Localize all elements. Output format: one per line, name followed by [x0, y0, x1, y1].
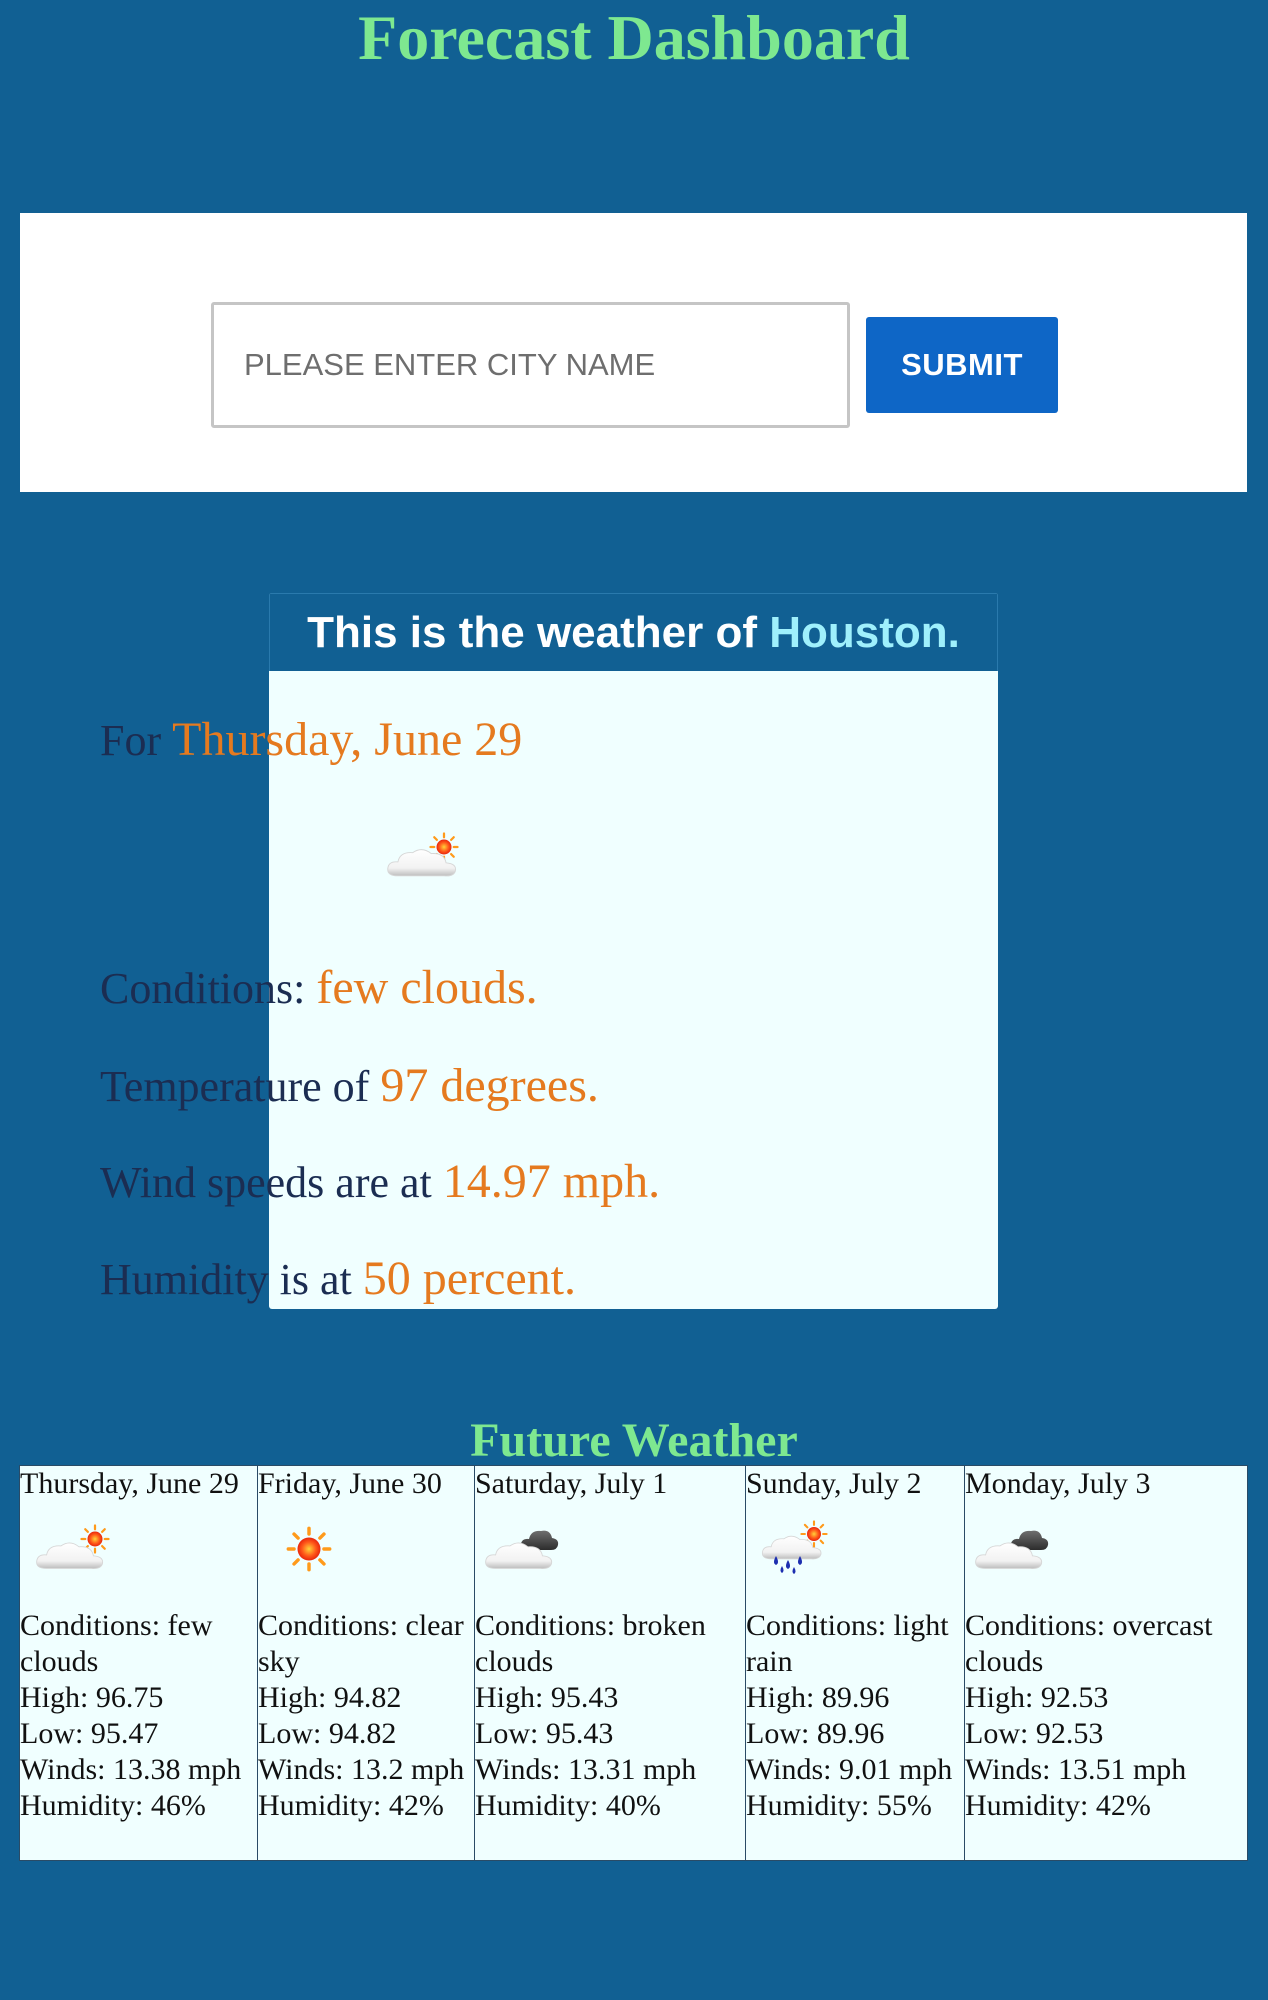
- forecast-day: Saturday, July 1 Conditions: broken clou…: [475, 1466, 746, 1860]
- current-date: Thursday, June 29: [172, 713, 523, 766]
- forecast-humidity: Humidity: 40%: [475, 1789, 661, 1822]
- current-temperature: 97 degrees.: [380, 1059, 599, 1112]
- forecast-conditions: Conditions: few clouds: [20, 1609, 213, 1678]
- city-search-input[interactable]: [211, 302, 850, 428]
- forecast-low: Low: 89.96: [746, 1717, 885, 1750]
- forecast-details: Conditions: few clouds High: 96.75 Low: …: [20, 1608, 257, 1824]
- few-clouds-day-icon: [36, 1524, 110, 1569]
- app-title: Forecast Dashboard: [358, 2, 910, 73]
- forecast-winds: Winds: 13.31 mph: [475, 1753, 697, 1786]
- future-weather-title: Future Weather: [470, 1414, 798, 1467]
- forecast-low: Low: 95.47: [20, 1717, 159, 1750]
- forecast-details: Conditions: clear sky High: 94.82 Low: 9…: [258, 1608, 474, 1824]
- forecast-winds: Winds: 13.2 mph: [258, 1753, 465, 1786]
- current-conditions-line: Conditions: few clouds.: [100, 963, 538, 1014]
- current-date-line: For Thursday, June 29: [100, 715, 522, 766]
- forecast-conditions: Conditions: light rain: [746, 1609, 949, 1678]
- forecast-details: Conditions: overcast clouds High: 92.53 …: [965, 1608, 1247, 1824]
- forecast-humidity: Humidity: 46%: [20, 1789, 206, 1822]
- search-panel: SUBMIT: [20, 213, 1247, 492]
- forecast-table: Thursday, June 29 Conditions: few clouds…: [19, 1465, 1248, 1861]
- forecast-day: Friday, June 30 Conditions: clear sky Hi…: [258, 1466, 475, 1860]
- forecast-humidity: Humidity: 42%: [965, 1789, 1151, 1822]
- city-name: Houston.: [769, 608, 960, 657]
- forecast-date: Sunday, July 2: [746, 1467, 922, 1500]
- forecast-day: Sunday, July 2 Conditions: light rain Hi…: [746, 1466, 965, 1860]
- forecast-winds: Winds: 13.51 mph: [965, 1753, 1187, 1786]
- forecast-high: High: 92.53: [965, 1681, 1109, 1714]
- forecast-date: Saturday, July 1: [475, 1467, 668, 1500]
- forecast-low: Low: 92.53: [965, 1717, 1104, 1750]
- forecast-humidity: Humidity: 42%: [258, 1789, 444, 1822]
- forecast-conditions: Conditions: overcast clouds: [965, 1609, 1213, 1678]
- current-weather-heading: This is the weather of Houston.: [269, 593, 998, 671]
- forecast-humidity: Humidity: 55%: [746, 1789, 932, 1822]
- forecast-high: High: 94.82: [258, 1681, 402, 1714]
- temperature-prefix: Temperature of: [100, 1062, 381, 1111]
- few-clouds-day-icon: [387, 832, 459, 877]
- current-humidity: 50 percent.: [362, 1252, 577, 1305]
- current-wind: 14.97 mph.: [442, 1155, 661, 1208]
- heading-prefix: This is the weather of: [307, 608, 770, 657]
- broken-clouds-icon: [485, 1530, 559, 1569]
- forecast-day: Thursday, June 29 Conditions: few clouds…: [20, 1466, 258, 1860]
- forecast-details: Conditions: light rain High: 89.96 Low: …: [746, 1608, 964, 1824]
- current-humidity-line: Humidity is at 50 percent.: [100, 1254, 576, 1305]
- forecast-low: Low: 95.43: [475, 1717, 614, 1750]
- forecast-high: High: 95.43: [475, 1681, 619, 1714]
- forecast-details: Conditions: broken clouds High: 95.43 Lo…: [475, 1608, 745, 1824]
- forecast-conditions: Conditions: broken clouds: [475, 1609, 706, 1678]
- forecast-day: Monday, July 3 Conditions: overcast clou…: [965, 1466, 1247, 1860]
- overcast-clouds-icon: [975, 1530, 1049, 1569]
- forecast-winds: Winds: 9.01 mph: [746, 1753, 953, 1786]
- forecast-high: High: 89.96: [746, 1681, 890, 1714]
- forecast-winds: Winds: 13.38 mph: [20, 1753, 242, 1786]
- forecast-date: Friday, June 30: [258, 1467, 442, 1500]
- current-conditions: few clouds.: [316, 961, 538, 1014]
- current-temperature-line: Temperature of 97 degrees.: [100, 1061, 599, 1112]
- forecast-conditions: Conditions: clear sky: [258, 1609, 464, 1678]
- forecast-date: Thursday, June 29: [20, 1467, 239, 1500]
- date-prefix: For: [100, 716, 173, 765]
- forecast-date: Monday, July 3: [965, 1467, 1151, 1500]
- wind-prefix: Wind speeds are at: [100, 1158, 443, 1207]
- forecast-low: Low: 94.82: [258, 1717, 397, 1750]
- light-rain-icon: [761, 1520, 828, 1574]
- humidity-prefix: Humidity is at: [100, 1255, 363, 1304]
- submit-button[interactable]: SUBMIT: [866, 317, 1058, 413]
- current-wind-line: Wind speeds are at 14.97 mph.: [100, 1157, 660, 1208]
- forecast-high: High: 96.75: [20, 1681, 164, 1714]
- clear-sky-sun-icon: [286, 1526, 332, 1572]
- conditions-prefix: Conditions:: [100, 964, 317, 1013]
